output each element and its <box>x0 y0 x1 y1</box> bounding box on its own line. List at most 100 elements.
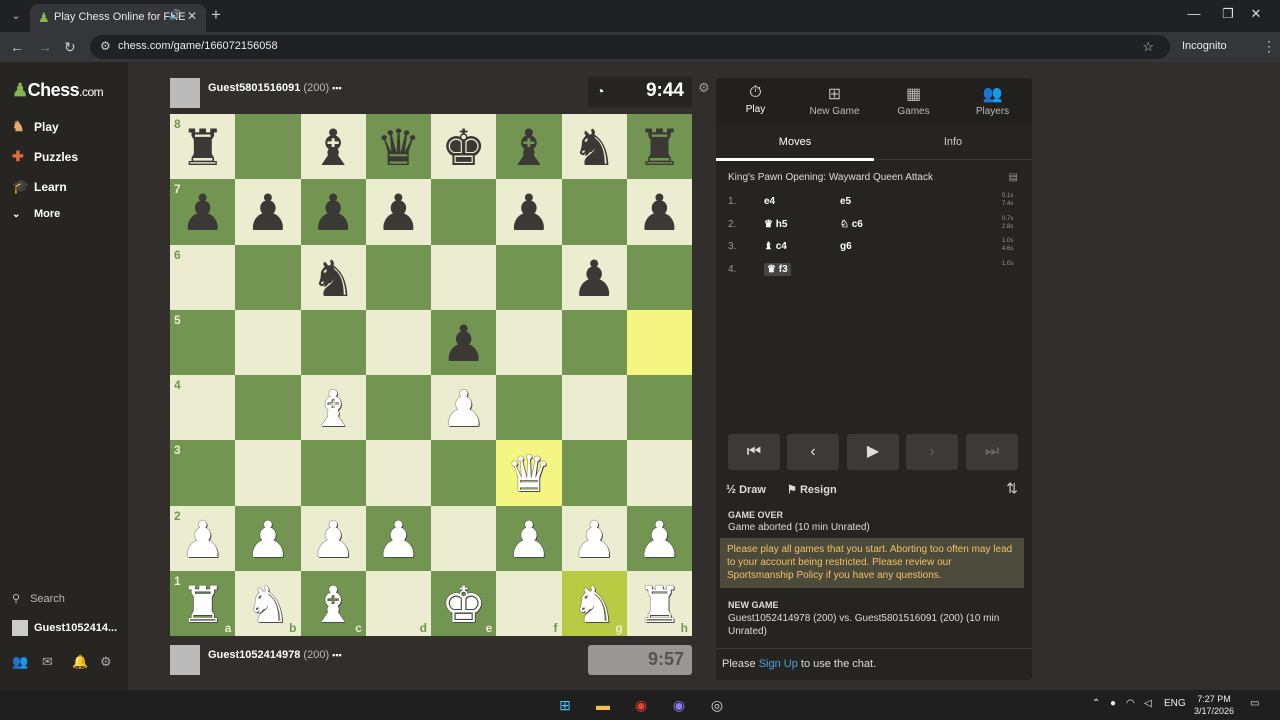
square-d4[interactable] <box>365 375 431 441</box>
square-g8[interactable]: ♞ <box>561 114 627 180</box>
tab-play[interactable]: ⏱ Play <box>716 84 795 115</box>
square-g6[interactable]: ♟ <box>561 244 627 310</box>
back-icon[interactable]: ← <box>10 39 24 55</box>
new-tab-icon[interactable]: + <box>211 5 221 25</box>
sidebar-item-more[interactable]: ⌄ More <box>12 208 60 230</box>
square-b4[interactable] <box>235 375 301 441</box>
window-close-icon[interactable]: ✕ <box>1246 6 1266 22</box>
white-piece-c4[interactable]: ♝ <box>301 379 366 440</box>
next-move-button[interactable]: › <box>906 434 958 470</box>
white-piece-d2[interactable]: ♟ <box>366 510 431 571</box>
minimize-icon[interactable]: — <box>1184 6 1204 21</box>
book-icon[interactable]: ▤ <box>1009 172 1018 183</box>
tab-moves[interactable]: Moves <box>716 136 874 148</box>
square-f8[interactable]: ♝ <box>496 114 562 180</box>
language-label[interactable]: ENG <box>1164 698 1186 709</box>
forward-icon[interactable]: → <box>38 39 52 55</box>
square-e5[interactable]: ♟ <box>431 309 497 375</box>
square-e4[interactable]: ♟ <box>431 375 497 441</box>
white-piece-g2[interactable]: ♟ <box>562 510 627 571</box>
square-h8[interactable]: ♜ <box>626 114 692 180</box>
square-b8[interactable] <box>235 114 301 180</box>
square-h7[interactable]: ♟ <box>626 179 692 245</box>
square-h1[interactable]: h ♜ <box>626 570 692 636</box>
white-move[interactable]: ♛ h5 <box>764 219 787 230</box>
messages-icon[interactable]: ✉ <box>42 654 53 670</box>
file-explorer-icon[interactable]: ▬ <box>592 695 614 715</box>
white-piece-h1[interactable]: ♜ <box>627 575 692 636</box>
square-f6[interactable] <box>496 244 562 310</box>
chesscom-logo[interactable]: ♟Chess.com <box>12 80 104 101</box>
site-info-icon[interactable]: ⚙ <box>100 39 111 53</box>
white-piece-c1[interactable]: ♝ <box>301 575 366 636</box>
sign-up-link[interactable]: Sign Up <box>759 658 798 670</box>
square-g5[interactable] <box>561 309 627 375</box>
first-move-button[interactable]: ⏮ <box>728 434 780 470</box>
square-c1[interactable]: c ♝ <box>300 570 366 636</box>
bookmark-star-icon[interactable]: ☆ <box>1142 39 1154 55</box>
app-icon[interactable]: ◉ <box>668 695 690 715</box>
square-d1[interactable]: d <box>365 570 431 636</box>
notifications-icon[interactable]: 🔔 <box>72 654 88 670</box>
black-piece-d8[interactable]: ♛ <box>366 118 431 179</box>
restore-icon[interactable]: ❐ <box>1218 6 1238 22</box>
play-moves-button[interactable]: ▶ <box>847 434 899 470</box>
white-piece-g1[interactable]: ♞ <box>562 575 627 636</box>
black-move[interactable]: g6 <box>840 241 852 252</box>
tab-search-icon[interactable]: ⌄ <box>6 6 26 26</box>
address-bar[interactable]: ⚙ chess.com/game/166072156058 ☆ <box>90 35 1170 59</box>
friends-icon[interactable]: 👥 <box>12 654 28 670</box>
square-b5[interactable] <box>235 309 301 375</box>
last-move-button[interactable]: ⏭ <box>966 434 1018 470</box>
square-d7[interactable]: ♟ <box>365 179 431 245</box>
black-piece-h8[interactable]: ♜ <box>627 118 692 179</box>
tab-new-game[interactable]: ⊞ New Game <box>795 84 874 117</box>
black-piece-f8[interactable]: ♝ <box>496 118 561 179</box>
black-move[interactable]: e5 <box>840 196 851 207</box>
square-f5[interactable] <box>496 309 562 375</box>
system-clock[interactable]: 7:27 PM 3/17/2026 <box>1194 693 1234 717</box>
white-piece-h2[interactable]: ♟ <box>627 510 692 571</box>
white-piece-a1[interactable]: ♜ <box>170 575 235 636</box>
tab-games[interactable]: ▦ Games <box>874 84 953 117</box>
square-b7[interactable]: ♟ <box>235 179 301 245</box>
reload-icon[interactable]: ↻ <box>64 39 76 56</box>
sidebar-search[interactable]: ⚲ Search <box>12 592 65 605</box>
square-d8[interactable]: ♛ <box>365 114 431 180</box>
avatar[interactable] <box>170 78 200 108</box>
white-piece-e4[interactable]: ♟ <box>431 379 496 440</box>
black-piece-g8[interactable]: ♞ <box>562 118 627 179</box>
square-a5[interactable]: 5 <box>170 309 236 375</box>
flip-board-icon[interactable]: ⇅ <box>1006 480 1018 497</box>
square-g1[interactable]: g ♞ <box>561 570 627 636</box>
bottom-player-name[interactable]: Guest1052414978 (200) ▪▪▪ <box>208 649 342 661</box>
sidebar-item-puzzles[interactable]: ✚ Puzzles <box>12 148 78 170</box>
opening-name[interactable]: King's Pawn Opening: Wayward Queen Attac… <box>728 172 933 183</box>
square-f3[interactable]: ♛ <box>496 440 562 506</box>
tab-info[interactable]: Info <box>874 136 1032 148</box>
square-c7[interactable]: ♟ <box>300 179 366 245</box>
square-g4[interactable] <box>561 375 627 441</box>
sidebar-user[interactable]: Guest1052414... <box>12 620 117 636</box>
square-f1[interactable]: f <box>496 570 562 636</box>
square-f2[interactable]: ♟ <box>496 505 562 571</box>
square-b2[interactable]: ♟ <box>235 505 301 571</box>
square-b6[interactable] <box>235 244 301 310</box>
square-e1[interactable]: e ♚ <box>431 570 497 636</box>
square-c5[interactable] <box>300 309 366 375</box>
start-icon[interactable]: ⊞ <box>554 695 576 715</box>
black-piece-a7[interactable]: ♟ <box>170 183 235 244</box>
mic-icon[interactable]: ● <box>1110 698 1116 709</box>
square-a4[interactable]: 4 <box>170 375 236 441</box>
white-piece-e1[interactable]: ♚ <box>431 575 496 636</box>
black-piece-h7[interactable]: ♟ <box>627 183 692 244</box>
square-e7[interactable] <box>431 179 497 245</box>
square-d2[interactable]: ♟ <box>365 505 431 571</box>
notification-center-icon[interactable]: ▭ <box>1250 698 1259 709</box>
square-c3[interactable] <box>300 440 366 506</box>
square-a3[interactable]: 3 <box>170 440 236 506</box>
chrome-icon[interactable]: ◉ <box>630 695 652 715</box>
board-settings-icon[interactable]: ⚙ <box>698 80 710 96</box>
square-c2[interactable]: ♟ <box>300 505 366 571</box>
white-move[interactable]: ♛ f3 <box>764 262 791 276</box>
